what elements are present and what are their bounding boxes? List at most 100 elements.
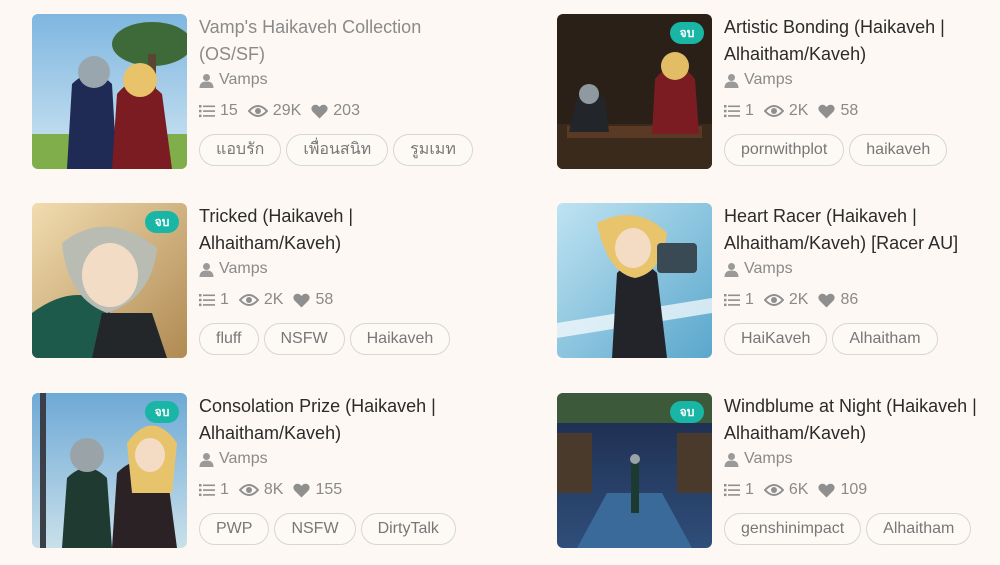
story-title[interactable]: Tricked (Haikaveh | Alhaitham/Kaveh) — [199, 203, 479, 257]
eye-icon — [763, 294, 784, 306]
heart-icon — [293, 483, 311, 497]
list-icon — [724, 105, 740, 118]
tag-list: HaiKaveh Alhaitham — [724, 323, 1000, 355]
story-cover[interactable] — [32, 14, 187, 169]
tag-chip[interactable]: รูมเมท — [393, 134, 473, 166]
story-cover[interactable] — [557, 203, 712, 358]
story-grid: Vamp's Haikaveh Collection (OS/SF) Vamps… — [0, 0, 1000, 565]
heart-icon — [818, 483, 836, 497]
completed-badge: จบ — [670, 22, 704, 44]
user-icon — [199, 262, 214, 277]
story-stats: 1 2K 58 — [724, 101, 1000, 121]
story-cover[interactable]: จบ — [32, 393, 187, 548]
chapter-count: 1 — [199, 291, 229, 309]
author-name[interactable]: Vamps — [744, 450, 793, 468]
tag-list: แอบรัก เพื่อนสนิท รูมเมท — [199, 134, 479, 166]
tag-chip[interactable]: แอบรัก — [199, 134, 282, 166]
story-title[interactable]: Consolation Prize (Haikaveh | Alhaitham/… — [199, 393, 479, 447]
story-card[interactable]: จบ Consolation Prize (Haikaveh | Alhaith… — [32, 393, 472, 549]
user-icon — [724, 452, 739, 467]
user-icon — [199, 452, 214, 467]
heart-icon — [818, 104, 836, 118]
list-icon — [199, 105, 215, 118]
author-name[interactable]: Vamps — [744, 260, 793, 278]
eye-icon — [238, 484, 259, 496]
author-row[interactable]: Vamps — [724, 449, 1000, 469]
tag-chip[interactable]: haikaveh — [849, 134, 948, 166]
view-count: 2K — [763, 291, 808, 309]
author-name[interactable]: Vamps — [219, 450, 268, 468]
list-icon — [199, 294, 215, 307]
chapter-count: 1 — [724, 481, 754, 499]
tag-chip[interactable]: DirtyTalk — [360, 513, 456, 545]
eye-icon — [247, 105, 268, 117]
completed-badge: จบ — [145, 401, 179, 423]
story-card[interactable]: Heart Racer (Haikaveh | Alhaitham/Kaveh)… — [557, 203, 997, 359]
story-title[interactable]: Artistic Bonding (Haikaveh | Alhaitham/K… — [724, 14, 1000, 68]
story-title[interactable]: Heart Racer (Haikaveh | Alhaitham/Kaveh)… — [724, 203, 1000, 257]
tag-chip[interactable]: pornwithplot — [724, 134, 845, 166]
story-card[interactable]: Vamp's Haikaveh Collection (OS/SF) Vamps… — [32, 14, 473, 170]
user-icon — [199, 73, 214, 88]
eye-icon — [763, 105, 784, 117]
tag-list: pornwithplot haikaveh — [724, 134, 1000, 166]
tag-chip[interactable]: NSFW — [263, 323, 345, 355]
chapter-count: 1 — [724, 102, 754, 120]
story-stats: 1 2K 86 — [724, 290, 1000, 310]
heart-icon — [311, 104, 328, 118]
author-row[interactable]: Vamps — [724, 70, 1000, 90]
like-count: 109 — [818, 481, 867, 499]
eye-icon — [238, 294, 259, 306]
chapter-count: 15 — [199, 102, 238, 120]
like-count: 58 — [293, 291, 333, 309]
story-card[interactable]: จบ Windblume at Night (Haikaveh | Alhait… — [557, 393, 997, 549]
completed-badge: จบ — [145, 211, 179, 233]
story-cover[interactable]: จบ — [557, 393, 712, 548]
story-cover[interactable]: จบ — [32, 203, 187, 358]
chapter-count: 1 — [724, 291, 754, 309]
story-card[interactable]: จบ Artistic Bonding (Haikaveh | Alhaitha… — [557, 14, 997, 170]
tag-chip[interactable]: HaiKaveh — [724, 323, 828, 355]
author-row[interactable]: Vamps — [724, 259, 1000, 279]
eye-icon — [763, 484, 784, 496]
user-icon — [724, 262, 739, 277]
author-row[interactable]: Vamps — [199, 259, 479, 279]
heart-icon — [818, 293, 836, 307]
author-name[interactable]: Vamps — [219, 260, 268, 278]
story-card[interactable]: จบ Tricked (Haikaveh | Alhaitham/Kaveh) … — [32, 203, 472, 359]
list-icon — [724, 484, 740, 497]
user-icon — [724, 73, 739, 88]
story-stats: 1 6K 109 — [724, 480, 1000, 500]
tag-list: PWP NSFW DirtyTalk — [199, 513, 479, 545]
heart-icon — [293, 293, 311, 307]
like-count: 203 — [311, 102, 360, 120]
author-name[interactable]: Vamps — [219, 71, 268, 89]
tag-chip[interactable]: Haikaveh — [349, 323, 451, 355]
tag-chip[interactable]: PWP — [199, 513, 270, 545]
like-count: 58 — [818, 102, 858, 120]
tag-chip[interactable]: NSFW — [274, 513, 356, 545]
view-count: 2K — [763, 102, 808, 120]
like-count: 86 — [818, 291, 858, 309]
tag-list: genshinimpact Alhaitham — [724, 513, 1000, 545]
author-row[interactable]: Vamps — [199, 449, 479, 469]
story-title[interactable]: Vamp's Haikaveh Collection (OS/SF) — [199, 14, 479, 68]
like-count: 155 — [293, 481, 342, 499]
author-name[interactable]: Vamps — [744, 71, 793, 89]
author-row[interactable]: Vamps — [199, 70, 479, 90]
list-icon — [199, 484, 215, 497]
tag-chip[interactable]: Alhaitham — [866, 513, 972, 545]
tag-chip[interactable]: เพื่อนสนิท — [286, 134, 389, 166]
tag-chip[interactable]: fluff — [199, 323, 259, 355]
cover-image — [32, 14, 187, 169]
view-count: 8K — [238, 481, 283, 499]
tag-chip[interactable]: genshinimpact — [724, 513, 862, 545]
tag-chip[interactable]: Alhaitham — [832, 323, 938, 355]
cover-image — [557, 203, 712, 358]
completed-badge: จบ — [670, 401, 704, 423]
story-cover[interactable]: จบ — [557, 14, 712, 169]
story-stats: 1 2K 58 — [199, 290, 479, 310]
list-icon — [724, 294, 740, 307]
chapter-count: 1 — [199, 481, 229, 499]
story-title[interactable]: Windblume at Night (Haikaveh | Alhaitham… — [724, 393, 1000, 447]
